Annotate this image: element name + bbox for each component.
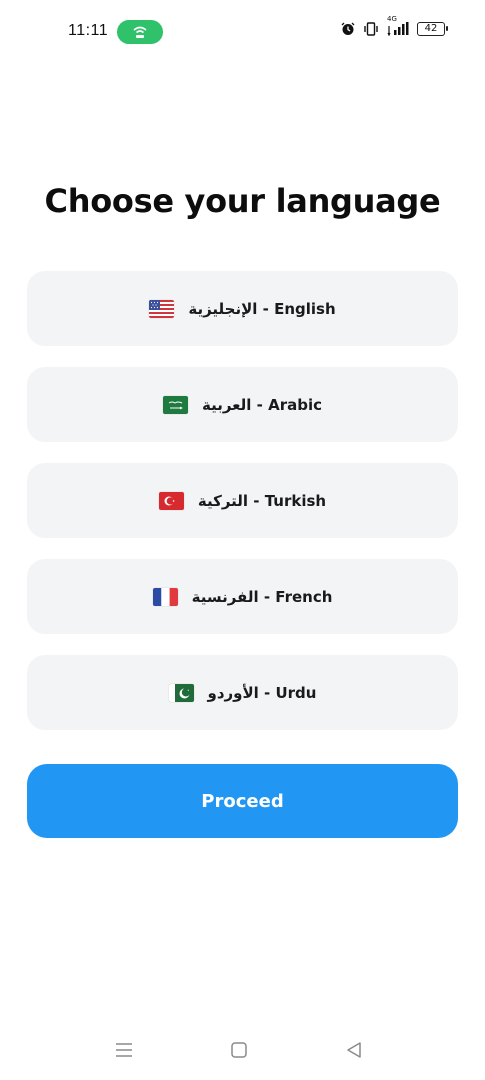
proceed-button[interactable]: Proceed bbox=[27, 764, 458, 838]
status-time: 11:11 bbox=[68, 22, 109, 39]
page-title: Choose your language bbox=[44, 182, 441, 220]
language-label: الأوردو - Urdu bbox=[207, 683, 317, 702]
battery-level: 42 bbox=[424, 23, 438, 34]
language-label: العربية - Arabic bbox=[201, 395, 322, 414]
home-button[interactable] bbox=[228, 1040, 250, 1060]
language-option-french[interactable]: الفرنسية - French bbox=[27, 559, 458, 634]
hotspot-indicator bbox=[117, 20, 163, 44]
alarm-icon bbox=[341, 22, 355, 35]
menu-button[interactable] bbox=[113, 1040, 135, 1060]
battery-icon: 42 bbox=[417, 22, 448, 36]
language-label: الإنجليزية - English bbox=[188, 299, 336, 318]
system-nav-bar bbox=[0, 1030, 485, 1070]
turkey-flag-icon bbox=[158, 491, 184, 510]
language-option-english[interactable]: الإنجليزية - English bbox=[27, 271, 458, 346]
back-icon bbox=[347, 1042, 361, 1058]
signal-indicator: 4G bbox=[387, 15, 409, 36]
back-button[interactable] bbox=[343, 1040, 365, 1060]
vibrate-icon bbox=[364, 22, 378, 36]
status-icons: 4G 42 bbox=[341, 15, 448, 36]
language-label: الفرنسية - French bbox=[191, 587, 333, 606]
us-flag-icon bbox=[149, 299, 175, 318]
status-bar: 11:11 4G 42 bbox=[0, 0, 485, 64]
language-option-urdu[interactable]: الأوردو - Urdu bbox=[27, 655, 458, 730]
menu-icon bbox=[116, 1043, 132, 1057]
language-option-turkish[interactable]: التركية - Turkish bbox=[27, 463, 458, 538]
language-list: الإنجليزية - English العربية - Arabic ال… bbox=[27, 271, 458, 751]
pakistan-flag-icon bbox=[168, 683, 194, 702]
hotspot-icon bbox=[133, 26, 147, 38]
language-label: التركية - Turkish bbox=[197, 491, 327, 510]
france-flag-icon bbox=[152, 587, 178, 606]
home-icon bbox=[231, 1042, 247, 1058]
saudi-flag-icon bbox=[162, 395, 188, 414]
signal-icon bbox=[387, 22, 409, 36]
language-option-arabic[interactable]: العربية - Arabic bbox=[27, 367, 458, 442]
